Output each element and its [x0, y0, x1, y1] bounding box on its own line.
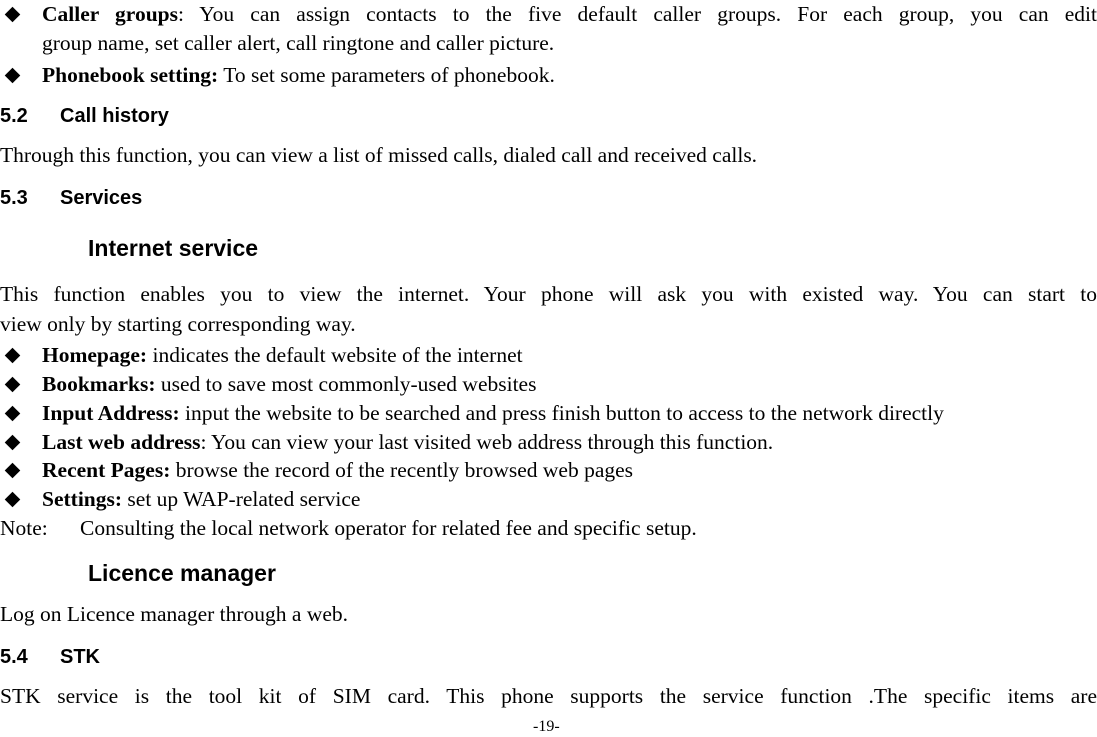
- list-item-homepage: Homepage: indicates the default website …: [0, 341, 523, 370]
- diamond-bullet-icon: [5, 435, 20, 450]
- list-item-recent-pages: Recent Pages: browse the record of the r…: [0, 456, 633, 485]
- phonebook-setting-term: Phonebook setting:: [42, 63, 219, 87]
- list-item-input-address: Input Address: input the website to be s…: [0, 399, 944, 428]
- section-title: STK: [60, 646, 100, 668]
- list-item-settings: Settings: set up WAP-related service: [0, 485, 360, 514]
- call-history-body: Through this function, you can view a li…: [0, 143, 758, 167]
- section-title: Services: [60, 187, 143, 209]
- item-term: Last web address: [42, 430, 201, 454]
- section-number: 5.3: [0, 187, 28, 209]
- section-number: 5.4: [0, 646, 28, 668]
- section-number: 5.2: [0, 105, 28, 127]
- diamond-bullet-icon: [5, 348, 20, 363]
- caller-groups-line1: Caller groups: You can assign contacts t…: [42, 2, 1097, 26]
- caller-groups-line2: group name, set caller alert, call ringt…: [42, 31, 555, 55]
- diamond-bullet-icon: [5, 492, 20, 507]
- item-text: : You can view your last visited web add…: [200, 430, 774, 454]
- item-text: input the website to be searched and pre…: [179, 401, 944, 425]
- phonebook-setting-text: Phonebook setting: To set some parameter…: [42, 63, 555, 87]
- caller-groups-term: Caller groups: [42, 2, 178, 26]
- section-heading-5-2: 5.2 Call history: [0, 105, 169, 128]
- item-text: indicates the default website of the int…: [147, 343, 523, 367]
- item-term: Recent Pages:: [42, 458, 171, 482]
- licence-manager-heading: Licence manager: [88, 560, 276, 586]
- page-number: -19-: [533, 718, 560, 735]
- note-label: Note:: [0, 516, 48, 540]
- section-title: Call history: [60, 105, 169, 127]
- diamond-bullet-icon: [5, 377, 20, 392]
- stk-body: STK service is the tool kit of SIM card.…: [0, 684, 1097, 708]
- list-item-last-web-address: Last web address: You can view your last…: [0, 428, 773, 457]
- diamond-bullet-icon: [5, 68, 20, 83]
- diamond-bullet-icon: [5, 463, 20, 478]
- item-term: Input Address:: [42, 401, 180, 425]
- diamond-bullet-icon: [5, 7, 20, 22]
- diamond-bullet-icon: [5, 406, 20, 421]
- item-text: browse the record of the recently browse…: [170, 458, 634, 482]
- internet-service-para-line1: This function enables you to view the in…: [0, 282, 1097, 306]
- internet-service-para-line2: view only by starting corresponding way.: [0, 312, 356, 336]
- item-term: Bookmarks:: [42, 372, 156, 396]
- section-heading-5-3: 5.3 Services: [0, 187, 142, 210]
- licence-manager-body: Log on Licence manager through a web.: [0, 602, 349, 626]
- item-term: Homepage:: [42, 343, 148, 367]
- item-term: Settings:: [42, 487, 123, 511]
- item-text: used to save most commonly-used websites: [155, 372, 537, 396]
- note-text: Consulting the local network operator fo…: [80, 516, 697, 540]
- item-text: set up WAP-related service: [122, 487, 361, 511]
- section-heading-5-4: 5.4 STK: [0, 646, 100, 669]
- list-item-bookmarks: Bookmarks: used to save most commonly-us…: [0, 370, 536, 399]
- caller-groups-bullet: Caller groups: You can assign contacts t…: [0, 0, 1097, 29]
- phonebook-setting-bullet: Phonebook setting: To set some parameter…: [0, 61, 555, 90]
- internet-service-heading: Internet service: [88, 235, 259, 261]
- note: Note: Consulting the local network operat…: [0, 516, 697, 541]
